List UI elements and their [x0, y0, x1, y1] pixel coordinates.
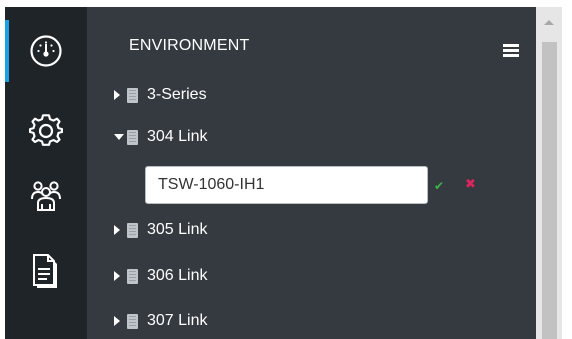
tree-item-label: 304 Link: [147, 128, 208, 145]
sidebar-item-settings[interactable]: [5, 100, 87, 162]
tree-item-label: 307 Link: [147, 312, 208, 329]
gear-icon: [29, 114, 63, 146]
checkmark-icon[interactable]: ✔: [434, 179, 444, 193]
sidebar-item-documents[interactable]: [5, 241, 87, 303]
sidebar-item-dashboard[interactable]: [5, 20, 87, 82]
tree-item-3-series[interactable]: 3-Series: [114, 83, 207, 107]
device-icon: [127, 129, 138, 145]
scroll-up-arrow-icon[interactable]: [542, 14, 556, 30]
tree-item-307-link[interactable]: 307 Link: [114, 309, 208, 333]
icon-sidebar: [5, 7, 87, 339]
caret-down-icon[interactable]: [114, 131, 124, 143]
tree-item-305-link[interactable]: 305 Link: [114, 218, 208, 242]
caret-right-icon[interactable]: [114, 89, 124, 101]
tree-item-304-link[interactable]: 304 Link: [114, 125, 208, 149]
caret-right-icon[interactable]: [114, 224, 124, 236]
rename-input[interactable]: [145, 166, 428, 204]
app-frame: ENVIRONMENT 3-Series 304 Link ✔ ✖ 305 Li…: [0, 0, 572, 339]
environment-panel: ENVIRONMENT 3-Series 304 Link ✔ ✖ 305 Li…: [87, 7, 536, 339]
users-group-icon: [31, 181, 61, 211]
tree-item-label: 305 Link: [147, 221, 208, 238]
sidebar-item-users[interactable]: [5, 165, 87, 227]
device-icon: [127, 87, 138, 103]
panel-title: ENVIRONMENT: [129, 37, 250, 54]
device-icon: [127, 222, 138, 238]
dashboard-gauge-icon: [30, 35, 62, 67]
hamburger-menu-icon[interactable]: [503, 44, 519, 57]
tree-item-label: 3-Series: [147, 86, 207, 103]
device-icon: [127, 313, 138, 329]
caret-right-icon[interactable]: [114, 315, 124, 327]
tree-item-306-link[interactable]: 306 Link: [114, 264, 208, 288]
close-icon[interactable]: ✖: [465, 178, 476, 192]
tree-item-label: 306 Link: [147, 267, 208, 284]
device-icon: [127, 268, 138, 284]
document-icon: [33, 254, 57, 288]
caret-right-icon[interactable]: [114, 270, 124, 282]
scrollbar-thumb[interactable]: [542, 42, 557, 339]
